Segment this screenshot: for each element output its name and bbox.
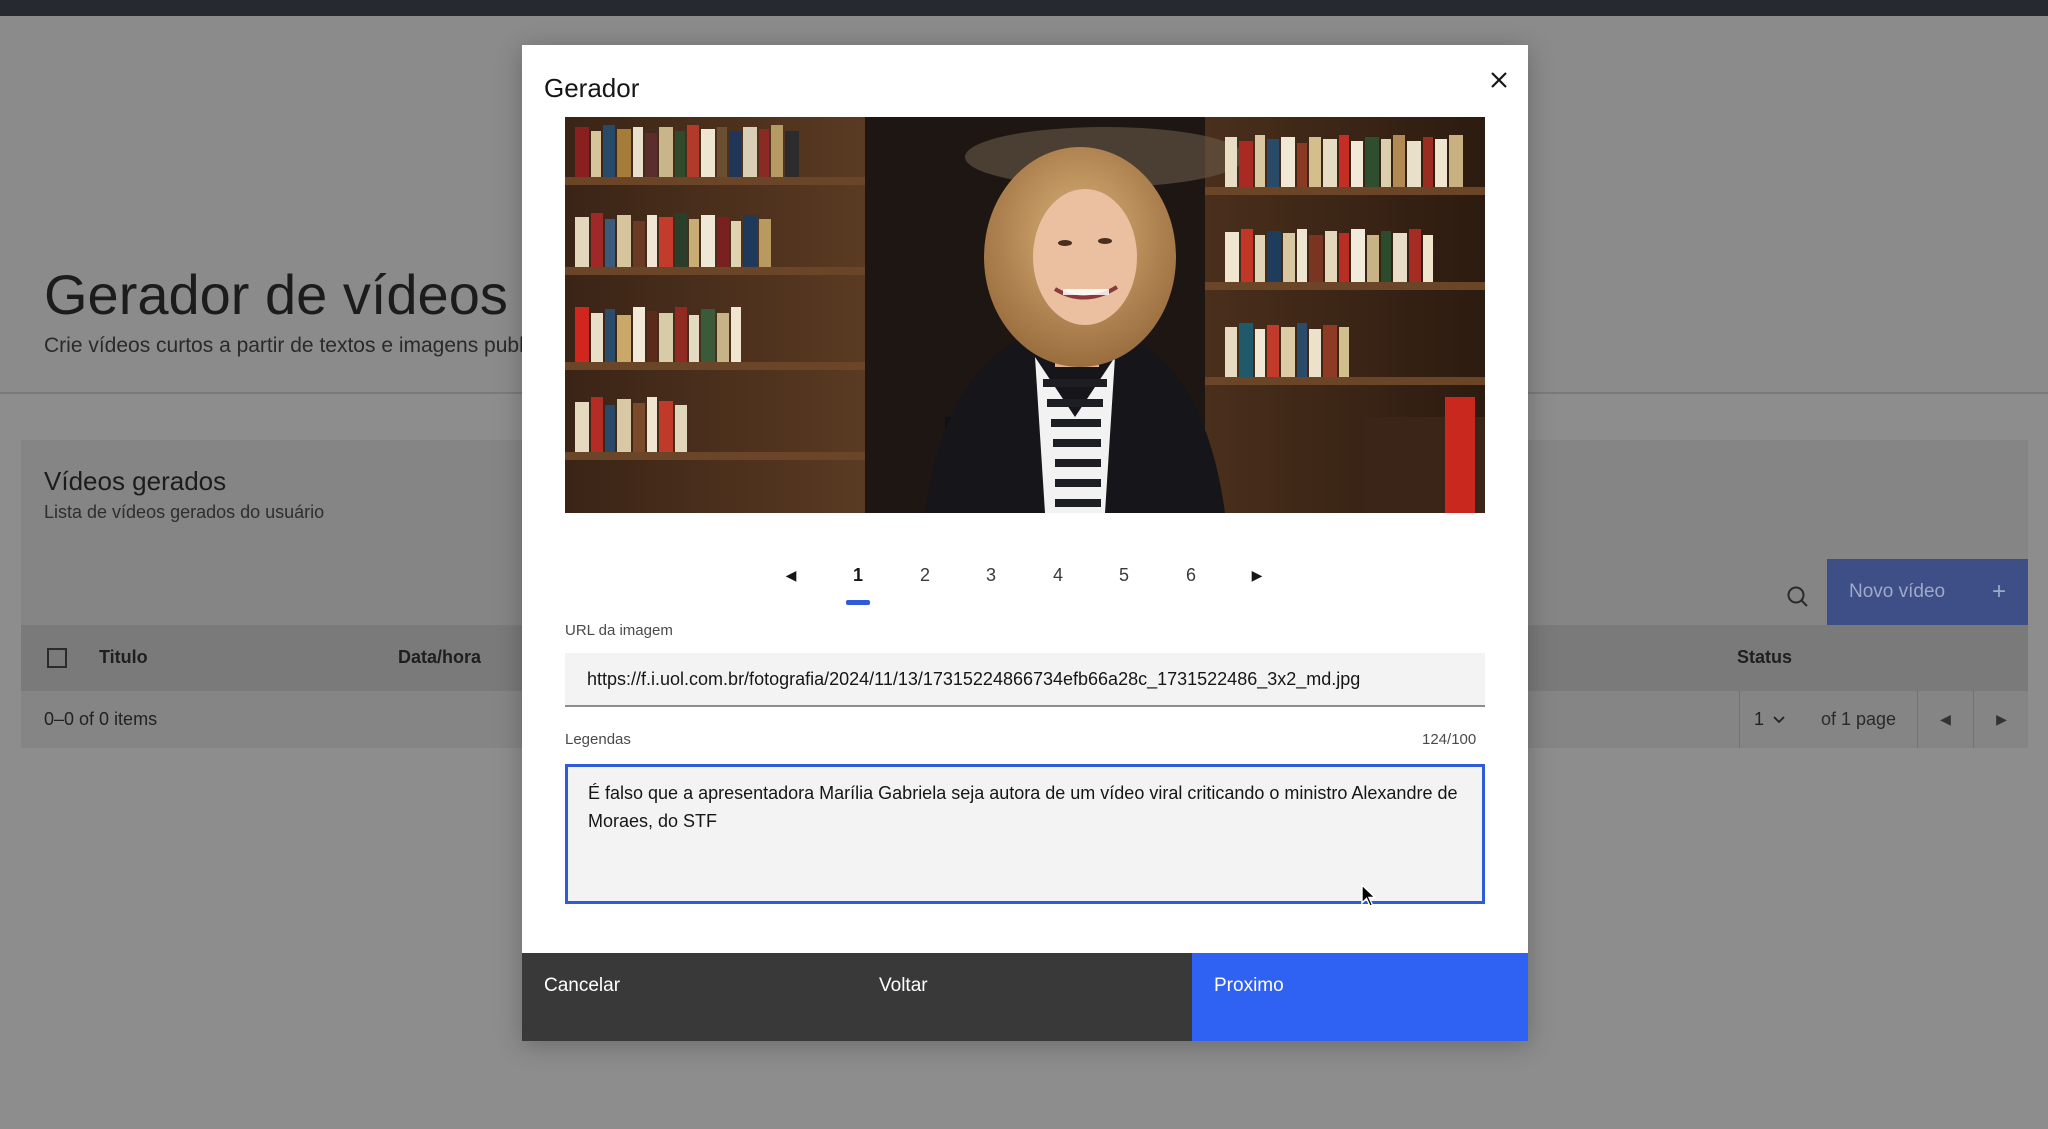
new-video-button[interactable]: Novo vídeo + bbox=[1827, 559, 2028, 625]
image-url-input[interactable] bbox=[565, 653, 1485, 707]
slide-tab-3[interactable]: 3 bbox=[961, 545, 1021, 605]
page-select-value: 1 bbox=[1753, 709, 1764, 729]
new-video-label: Novo vídeo bbox=[1849, 581, 1946, 602]
column-header-status[interactable]: Status bbox=[1737, 647, 1792, 668]
select-all-checkbox[interactable] bbox=[47, 648, 67, 668]
next-button[interactable]: Proximo bbox=[1192, 953, 1528, 1041]
videos-card-title: Vídeos gerados bbox=[44, 466, 227, 496]
modal-title: Gerador bbox=[544, 73, 640, 103]
page-total: of 1 page bbox=[1821, 709, 1897, 729]
page-select[interactable]: 1 bbox=[1739, 691, 1800, 748]
caret-left-icon: ◀ bbox=[785, 566, 797, 583]
caret-left-icon: ◀ bbox=[1940, 711, 1951, 727]
next-slide-button[interactable]: ▶ bbox=[1234, 545, 1280, 605]
back-button[interactable]: Voltar bbox=[857, 953, 1192, 1041]
page-subtitle: Crie vídeos curtos a partir de textos e … bbox=[44, 334, 539, 357]
page-title: Gerador de vídeos bbox=[44, 263, 508, 326]
slide-tab-1[interactable]: 1 bbox=[828, 545, 888, 605]
slide-tab-2[interactable]: 2 bbox=[895, 545, 955, 605]
caret-right-icon: ▶ bbox=[1996, 711, 2007, 727]
search-icon[interactable] bbox=[1781, 580, 1815, 614]
items-count: 0–0 of 0 items bbox=[44, 709, 158, 729]
image-preview bbox=[565, 117, 1485, 513]
top-navigation-bar bbox=[0, 0, 2048, 16]
url-label: URL da imagem bbox=[565, 622, 673, 639]
videos-card-subtitle: Lista de vídeos gerados do usuário bbox=[44, 502, 325, 522]
previous-slide-button[interactable]: ◀ bbox=[768, 545, 814, 605]
close-icon bbox=[1491, 72, 1507, 88]
slide-pagination: ◀ 1 2 3 4 5 6 ▶ bbox=[522, 545, 1528, 605]
plus-icon: + bbox=[1991, 578, 2006, 605]
mouse-cursor-icon bbox=[1360, 883, 1378, 909]
generator-modal: Gerador ◀ 1 2 3 4 5 6 ▶ URL da imagem ht… bbox=[522, 45, 1528, 1041]
slide-tab-5[interactable]: 5 bbox=[1094, 545, 1154, 605]
slide-tab-6[interactable]: 6 bbox=[1161, 545, 1221, 605]
modal-footer: Cancelar Voltar Proximo bbox=[522, 953, 1528, 1041]
caption-textarea[interactable]: É falso que a apresentadora Marília Gabr… bbox=[565, 764, 1485, 904]
chevron-down-icon bbox=[1773, 715, 1785, 723]
slide-tab-4[interactable]: 4 bbox=[1028, 545, 1088, 605]
caret-right-icon: ▶ bbox=[1251, 566, 1263, 583]
close-button[interactable] bbox=[1482, 63, 1516, 97]
column-header-title[interactable]: Titulo bbox=[99, 647, 148, 668]
column-header-datetime[interactable]: Data/hora bbox=[398, 647, 481, 668]
previous-page-button[interactable]: ◀ bbox=[1917, 691, 1973, 748]
next-page-button[interactable]: ▶ bbox=[1973, 691, 2029, 748]
caption-character-counter: 124/100 bbox=[1422, 731, 1477, 748]
cancel-button[interactable]: Cancelar bbox=[522, 953, 857, 1041]
caption-label: Legendas bbox=[565, 731, 631, 748]
